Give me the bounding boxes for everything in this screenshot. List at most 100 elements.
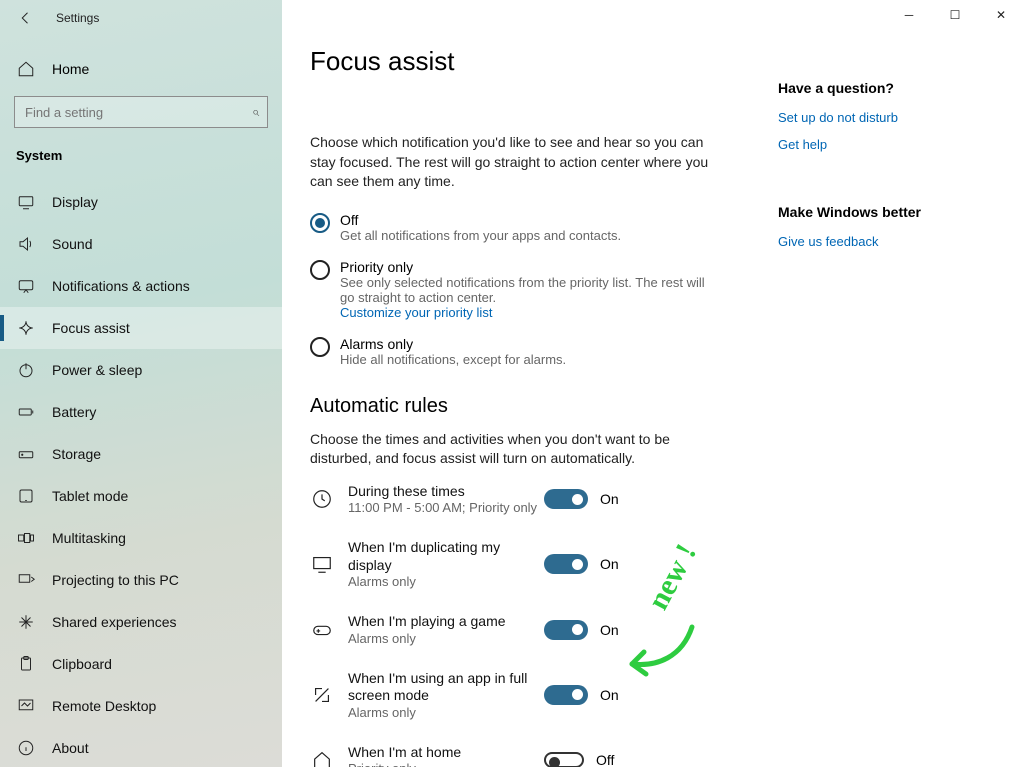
sidebar-item-label: Remote Desktop [52,698,156,714]
toggle-state: Off [596,752,614,767]
radio-off[interactable]: Off Get all notifications from your apps… [310,212,768,243]
page-title: Focus assist [310,46,768,77]
sidebar-item-projecting[interactable]: Projecting to this PC [0,559,282,601]
nav-list: Display Sound Notifications & actions Fo… [0,181,282,769]
sidebar-item-label: Display [52,194,98,210]
sidebar-item-notifications[interactable]: Notifications & actions [0,265,282,307]
handwritten-arrow [622,622,702,697]
toggle-fullscreen[interactable] [544,685,588,705]
toggle-state: On [600,491,619,507]
close-button[interactable]: ✕ [978,0,1024,30]
rule-sub: Priority only [348,761,540,767]
radio-alarms[interactable]: Alarms only Hide all notifications, exce… [310,336,768,367]
sidebar-item-label: Multitasking [52,530,126,546]
rule-label: When I'm at home [348,744,540,762]
sidebar-item-label: Focus assist [52,320,130,336]
sidebar-item-power[interactable]: Power & sleep [0,349,282,391]
feedback-link[interactable]: Give us feedback [778,234,978,249]
rule-sub: Alarms only [348,705,540,720]
page-intro: Choose which notification you'd like to … [310,133,710,192]
handwritten-annotation: new ! [638,562,707,592]
about-icon [16,739,36,757]
sidebar-item-label: Storage [52,446,101,462]
home-button[interactable]: Home [0,50,282,88]
remote-icon [16,697,36,715]
toggle-times[interactable] [544,489,588,509]
setup-dnd-link[interactable]: Set up do not disturb [778,110,978,125]
sidebar-item-label: Projecting to this PC [52,572,179,588]
get-help-link[interactable]: Get help [778,137,978,152]
sidebar-item-label: Clipboard [52,656,112,672]
radio-label: Priority only [340,259,720,275]
sidebar-item-battery[interactable]: Battery [0,391,282,433]
toggle-state: On [600,556,619,572]
notifications-icon [16,277,36,295]
sidebar-item-tablet[interactable]: Tablet mode [0,475,282,517]
right-column: Have a question? Set up do not disturb G… [768,0,998,767]
sidebar-item-display[interactable]: Display [0,181,282,223]
home-icon [16,60,36,78]
group-title: System [0,128,282,167]
sidebar-item-storage[interactable]: Storage [0,433,282,475]
search-input[interactable]: ⌕ [14,96,268,128]
rule-label: When I'm playing a game [348,613,540,631]
power-icon [16,361,36,379]
sidebar-item-shared[interactable]: Shared experiences [0,601,282,643]
sidebar-item-multitasking[interactable]: Multitasking [0,517,282,559]
shared-icon [16,613,36,631]
radio-label: Alarms only [340,336,566,352]
rules-heading: Automatic rules [310,395,768,418]
fullscreen-icon [310,683,334,707]
display-icon [16,193,36,211]
rule-label: When I'm duplicating my display [348,539,540,574]
radio-label: Off [340,212,621,228]
feedback-heading: Make Windows better [778,204,978,220]
rule-label: During these times [348,483,540,501]
projecting-icon [16,571,36,589]
toggle-duplicate[interactable] [544,554,588,574]
radio-sub: See only selected notifications from the… [340,275,720,305]
sidebar-item-label: Shared experiences [52,614,177,630]
battery-icon [16,403,36,421]
app-title: Settings [56,11,99,25]
rule-sub: Alarms only [348,574,540,589]
sidebar-item-label: About [52,740,89,756]
focus-icon [16,319,36,337]
sidebar-item-about[interactable]: About [0,727,282,769]
home-label: Home [52,61,89,77]
sidebar: Settings Home ⌕ System Display Sound [0,0,282,767]
main-area: ─ ☐ ✕ Focus assist Choose which notifica… [282,0,1024,767]
display-dup-icon [310,552,334,576]
maximize-button[interactable]: ☐ [932,0,978,30]
back-button[interactable] [14,6,38,30]
sidebar-item-label: Notifications & actions [52,278,190,294]
radio-indicator [310,213,330,233]
question-heading: Have a question? [778,80,978,96]
storage-icon [16,445,36,463]
radio-priority[interactable]: Priority only See only selected notifica… [310,259,768,320]
search-icon: ⌕ [252,104,259,120]
sidebar-item-sound[interactable]: Sound [0,223,282,265]
minimize-button[interactable]: ─ [886,0,932,30]
toggle-home[interactable] [544,752,584,767]
home-rule-icon [310,748,334,767]
sidebar-item-clipboard[interactable]: Clipboard [0,643,282,685]
sidebar-item-remote[interactable]: Remote Desktop [0,685,282,727]
radio-sub: Get all notifications from your apps and… [340,228,621,243]
sound-icon [16,235,36,253]
tablet-icon [16,487,36,505]
toggle-game[interactable] [544,620,588,640]
rule-label: When I'm using an app in full screen mod… [348,670,540,705]
rule-home[interactable]: When I'm at homePriority only Off [310,744,768,767]
sidebar-item-focus-assist[interactable]: Focus assist [0,307,282,349]
rule-times[interactable]: During these times11:00 PM - 5:00 AM; Pr… [310,483,768,516]
sidebar-item-label: Tablet mode [52,488,128,504]
sidebar-item-label: Sound [52,236,92,252]
sidebar-item-label: Battery [52,404,96,420]
customize-priority-link[interactable]: Customize your priority list [340,305,720,320]
search-field[interactable] [23,104,252,121]
game-icon [310,618,334,642]
clock-icon [310,487,334,511]
rule-sub: 11:00 PM - 5:00 AM; Priority only [348,500,540,515]
sidebar-item-label: Power & sleep [52,362,142,378]
